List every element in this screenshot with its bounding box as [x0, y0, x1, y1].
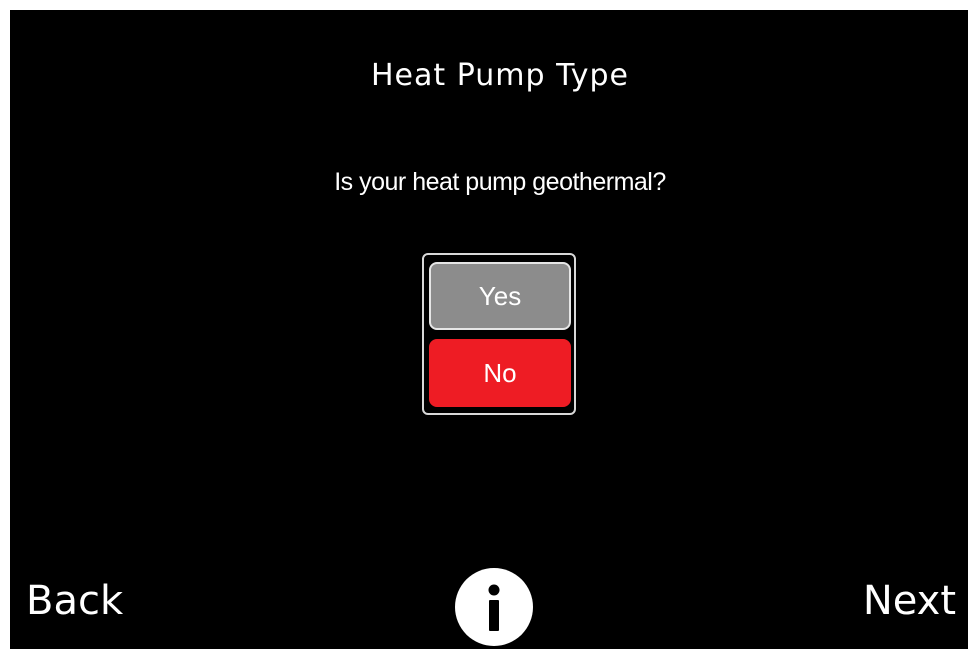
thermostat-screen: Heat Pump Type Is your heat pump geother… — [10, 10, 968, 649]
no-option-button[interactable]: No — [429, 339, 571, 407]
yes-no-selector: Yes No — [422, 253, 576, 415]
info-button[interactable] — [455, 568, 533, 646]
no-option-label: No — [483, 357, 517, 388]
question-text: Is your heat pump geothermal? — [334, 168, 666, 196]
page-title: Heat Pump Type — [371, 58, 629, 93]
back-button[interactable]: Back — [26, 578, 123, 624]
info-icon — [488, 584, 500, 631]
next-button[interactable]: Next — [863, 578, 956, 624]
yes-option-button[interactable]: Yes — [429, 262, 571, 330]
yes-option-label: Yes — [478, 280, 522, 311]
